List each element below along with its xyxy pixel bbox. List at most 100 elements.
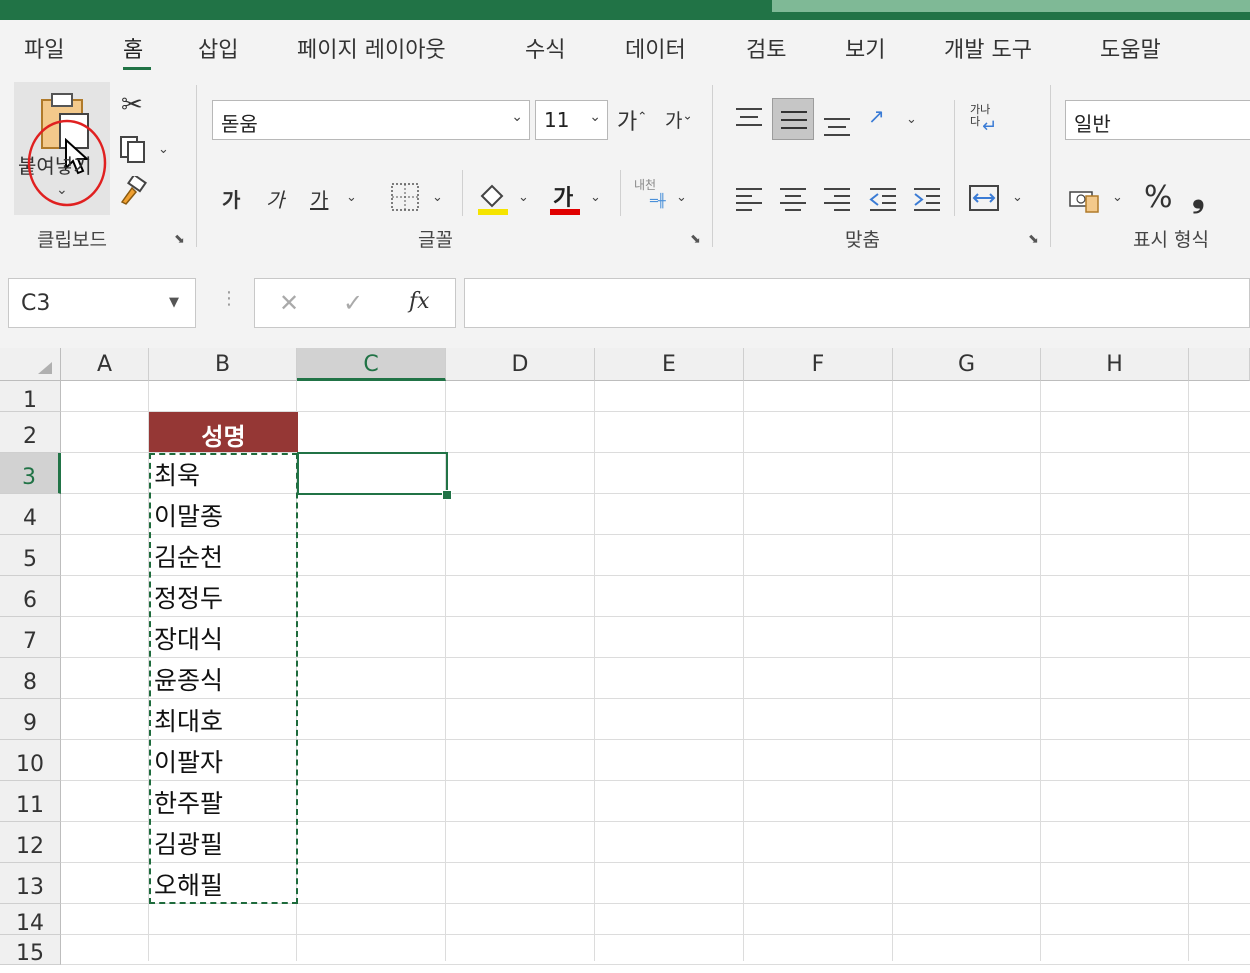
tab-developer[interactable]: 개발 도구 bbox=[944, 32, 1032, 64]
wrap-text-button[interactable]: 가나다 ↵ bbox=[968, 102, 1008, 142]
worksheet-grid[interactable]: ABCDEFGH 1 2 3 4 5 6 7 8 9 10 11 12 13 14 15 성명 최욱 이말종 김… bbox=[0, 348, 1250, 966]
font-name-value: 돋움 bbox=[221, 112, 258, 136]
formula-input[interactable] bbox=[464, 278, 1250, 328]
column-header-h[interactable]: H bbox=[1041, 348, 1189, 381]
fill-handle[interactable] bbox=[442, 490, 452, 500]
column-header-e[interactable]: E bbox=[595, 348, 744, 381]
tab-help[interactable]: 도움말 bbox=[1100, 32, 1161, 64]
increase-indent-icon[interactable] bbox=[912, 186, 942, 212]
column-header-a[interactable]: A bbox=[61, 348, 149, 381]
tab-formulas[interactable]: 수식 bbox=[525, 32, 565, 64]
row-header-11[interactable]: 11 bbox=[0, 781, 61, 822]
cancel-icon[interactable]: ✕ bbox=[279, 289, 299, 317]
underline-dropdown-icon[interactable]: ⌄ bbox=[346, 190, 357, 205]
select-all-button[interactable] bbox=[0, 348, 61, 381]
border-dropdown-icon[interactable]: ⌄ bbox=[432, 190, 443, 205]
phonetic-button[interactable]: 내천 bbox=[634, 176, 656, 193]
align-center-icon[interactable] bbox=[778, 186, 808, 212]
tab-data[interactable]: 데이터 bbox=[625, 32, 686, 64]
align-top-icon[interactable] bbox=[734, 106, 764, 130]
grid-vline bbox=[743, 381, 744, 961]
row-header-13[interactable]: 13 bbox=[0, 863, 61, 904]
italic-button[interactable]: 가 bbox=[266, 184, 284, 213]
font-size-combo[interactable]: 11 ⌄ bbox=[535, 100, 608, 140]
fill-color-dropdown-icon[interactable]: ⌄ bbox=[518, 190, 529, 205]
column-header-g[interactable]: G bbox=[893, 348, 1041, 381]
font-size-dropdown-icon[interactable]: ⌄ bbox=[589, 109, 601, 125]
shrink-font-button[interactable]: 가⌄ bbox=[665, 106, 693, 133]
font-launcher-icon[interactable]: ⬊ bbox=[690, 232, 701, 247]
row-header-2[interactable]: 2 bbox=[0, 412, 61, 453]
accounting-dropdown-icon[interactable]: ⌄ bbox=[1112, 190, 1123, 205]
header-cell-b2[interactable]: 성명 bbox=[149, 412, 298, 452]
clipboard-group-label: 클립보드 bbox=[37, 229, 107, 251]
row-header-6[interactable]: 6 bbox=[0, 576, 61, 617]
column-header-d[interactable]: D bbox=[446, 348, 595, 381]
comma-button[interactable]: ❟ bbox=[1192, 176, 1205, 215]
row-header-10[interactable]: 10 bbox=[0, 740, 61, 781]
font-color-dropdown-icon[interactable]: ⌄ bbox=[590, 190, 601, 205]
tab-home-indicator bbox=[123, 67, 151, 70]
font-name-dropdown-icon[interactable]: ⌄ bbox=[511, 109, 523, 125]
align-bottom-icon[interactable] bbox=[822, 114, 852, 138]
column-header-b[interactable]: B bbox=[149, 348, 297, 381]
alignment-launcher-icon[interactable]: ⬊ bbox=[1028, 232, 1039, 247]
column-header-f[interactable]: F bbox=[744, 348, 893, 381]
orientation-dropdown-icon[interactable]: ⌄ bbox=[906, 112, 917, 127]
align-right-icon[interactable] bbox=[822, 186, 852, 212]
copy-dropdown-icon[interactable]: ⌄ bbox=[158, 142, 169, 157]
row-header-14[interactable]: 14 bbox=[0, 904, 61, 936]
copy-icon[interactable] bbox=[118, 134, 148, 164]
row-header-8[interactable]: 8 bbox=[0, 658, 61, 699]
font-color-button[interactable]: 가 bbox=[548, 180, 582, 216]
border-icon[interactable] bbox=[390, 182, 422, 212]
tab-file[interactable]: 파일 bbox=[24, 32, 64, 64]
font-name-combo[interactable]: 돋움 ⌄ bbox=[212, 100, 530, 140]
tab-view[interactable]: 보기 bbox=[845, 32, 885, 64]
grow-font-button[interactable]: 가⌃ bbox=[617, 104, 647, 136]
row-header-5[interactable]: 5 bbox=[0, 535, 61, 576]
tab-page-layout[interactable]: 페이지 레이아웃 bbox=[297, 32, 446, 64]
font-group-label: 글꼴 bbox=[418, 229, 453, 251]
number-format-value: 일반 bbox=[1074, 112, 1111, 136]
format-painter-icon[interactable] bbox=[118, 176, 148, 206]
align-left-icon[interactable] bbox=[734, 186, 764, 212]
enter-icon[interactable]: ✓ bbox=[343, 289, 363, 317]
column-header-c[interactable]: C bbox=[297, 348, 446, 381]
clipboard-launcher-icon[interactable]: ⬊ bbox=[174, 232, 185, 247]
active-cell-c3[interactable] bbox=[297, 452, 448, 495]
fill-color-icon[interactable] bbox=[476, 180, 510, 216]
row-header-7[interactable]: 7 bbox=[0, 617, 61, 658]
formula-buttons: ✕ ✓ fx bbox=[254, 278, 456, 328]
merge-dropdown-icon[interactable]: ⌄ bbox=[1012, 190, 1023, 205]
column-header-overflow[interactable] bbox=[1189, 348, 1250, 381]
name-box[interactable]: C3 ▼ bbox=[8, 278, 196, 328]
cut-icon[interactable]: ✂ bbox=[121, 90, 143, 120]
font-color-label: 가 bbox=[553, 186, 574, 211]
orientation-icon[interactable]: ↗ bbox=[868, 104, 885, 128]
accounting-format-icon[interactable] bbox=[1068, 186, 1104, 214]
row-header-12[interactable]: 12 bbox=[0, 822, 61, 863]
insert-function-icon[interactable]: fx bbox=[409, 289, 430, 314]
grid-vline bbox=[594, 381, 595, 961]
name-box-dropdown-icon[interactable]: ▼ bbox=[169, 295, 179, 310]
wrap-arrow-icon: ↵ bbox=[982, 116, 998, 137]
row-header-9[interactable]: 9 bbox=[0, 699, 61, 740]
font-size-value: 11 bbox=[544, 108, 570, 132]
align-middle-button[interactable] bbox=[772, 98, 814, 140]
row-header-4[interactable]: 4 bbox=[0, 494, 61, 535]
row-header-3[interactable]: 3 bbox=[0, 453, 61, 494]
decrease-indent-icon[interactable] bbox=[868, 186, 898, 212]
tab-home[interactable]: 홈 bbox=[123, 32, 143, 64]
row-header-1[interactable]: 1 bbox=[0, 381, 61, 413]
number-group-label: 표시 형식 bbox=[1133, 229, 1209, 251]
formula-bar-grip-icon[interactable]: ⋮ bbox=[220, 288, 238, 309]
merge-center-icon[interactable] bbox=[968, 184, 1002, 212]
tab-review[interactable]: 검토 bbox=[746, 32, 786, 64]
number-format-combo[interactable]: 일반 bbox=[1065, 100, 1250, 140]
underline-button[interactable]: 가 bbox=[310, 184, 328, 213]
percent-button[interactable]: % bbox=[1144, 180, 1173, 215]
bold-button[interactable]: 가 bbox=[222, 184, 240, 213]
phonetic-dropdown-icon[interactable]: ⌄ bbox=[676, 190, 687, 205]
tab-insert[interactable]: 삽입 bbox=[198, 32, 238, 64]
